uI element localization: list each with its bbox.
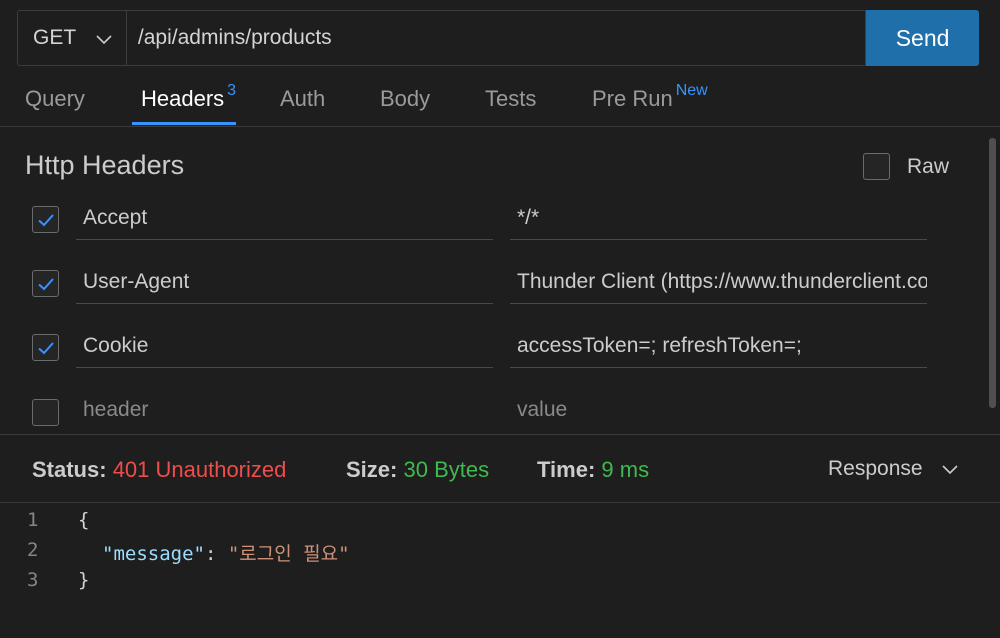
- tab-label: Query: [25, 86, 85, 111]
- size-value: 30 Bytes: [403, 457, 490, 482]
- json-value: "로그인 필요": [227, 543, 350, 565]
- chevron-down-icon[interactable]: [940, 459, 960, 479]
- tab-tests[interactable]: Tests: [485, 86, 536, 112]
- tab-label: Pre Run: [592, 86, 673, 111]
- tab-body[interactable]: Body: [380, 86, 430, 112]
- section-title: Http Headers: [25, 150, 185, 180]
- active-tab-indicator: [132, 122, 236, 125]
- url-input[interactable]: /api/admins/products: [125, 10, 867, 66]
- header-value-placeholder: value: [517, 398, 568, 421]
- checkmark-icon: [37, 213, 54, 226]
- code-text: {: [78, 509, 90, 531]
- tab-label: Tests: [485, 86, 537, 111]
- header-value-input[interactable]: Thunder Client (https://www.thunderclien…: [510, 260, 927, 304]
- header-enable-checkbox[interactable]: [32, 206, 59, 233]
- scrollbar[interactable]: [989, 138, 996, 408]
- send-button[interactable]: Send: [866, 10, 979, 66]
- method-label: GET: [33, 26, 77, 49]
- header-key-input[interactable]: Accept: [76, 196, 493, 240]
- size-label: Size:: [346, 457, 398, 482]
- header-key: User-Agent: [83, 269, 190, 293]
- header-value-input[interactable]: */*: [510, 196, 927, 240]
- status-info: Status: 401 Unauthorized: [32, 457, 286, 483]
- code-text: "message": "로그인 필요": [102, 539, 350, 566]
- header-key: Accept: [83, 205, 148, 229]
- time-label: Time:: [537, 457, 596, 482]
- line-number: 1: [27, 509, 39, 531]
- tab-label: Auth: [280, 86, 326, 111]
- header-key-input[interactable]: Cookie: [76, 324, 493, 368]
- header-enable-checkbox[interactable]: [32, 270, 59, 297]
- tab-headers[interactable]: Headers 3: [141, 82, 236, 112]
- header-key: Cookie: [83, 333, 149, 357]
- checkmark-icon: [37, 341, 54, 354]
- raw-checkbox[interactable]: [863, 153, 890, 180]
- size-info: Size: 30 Bytes: [346, 457, 489, 483]
- header-value: Thunder Client (https://www.thunderclien…: [517, 269, 927, 293]
- code-line: 3 }: [0, 569, 1000, 599]
- status-label: Status:: [32, 457, 107, 482]
- header-value: accessToken=; refreshToken=;: [517, 333, 802, 357]
- raw-label: Raw: [907, 155, 950, 178]
- header-enable-checkbox[interactable]: [32, 334, 59, 361]
- header-key-input[interactable]: header: [76, 388, 493, 432]
- header-value: */*: [517, 205, 540, 229]
- tab-label: Headers: [141, 86, 225, 111]
- time-value: 9 ms: [601, 457, 650, 482]
- header-enable-checkbox[interactable]: [32, 399, 59, 426]
- header-value-input[interactable]: accessToken=; refreshToken=;: [510, 324, 927, 368]
- header-key-input[interactable]: User-Agent: [76, 260, 493, 304]
- code-text: }: [78, 569, 90, 591]
- tab-auth[interactable]: Auth: [280, 86, 325, 112]
- header-row: User-Agent Thunder Client (https://www.t…: [0, 260, 1000, 322]
- chevron-down-icon: [96, 35, 112, 45]
- json-key: "message": [102, 543, 205, 565]
- response-view-select[interactable]: Response: [828, 457, 923, 481]
- tab-label: Body: [380, 86, 431, 111]
- checkmark-icon: [37, 277, 54, 290]
- method-select[interactable]: GET: [17, 10, 126, 66]
- code-line: 2 "message": "로그인 필요": [0, 539, 1000, 569]
- code-line: 1 {: [0, 509, 1000, 539]
- line-number: 3: [27, 569, 39, 591]
- request-bar: GET /api/admins/products Send: [17, 10, 979, 66]
- new-badge: New: [675, 82, 708, 99]
- response-view-label: Response: [828, 457, 923, 480]
- header-row: Cookie accessToken=; refreshToken=;: [0, 324, 1000, 386]
- response-status-bar: Status: 401 Unauthorized Size: 30 Bytes …: [0, 434, 1000, 503]
- header-value-input[interactable]: value: [510, 388, 927, 432]
- time-info: Time: 9 ms: [537, 457, 649, 483]
- json-colon: :: [204, 543, 228, 565]
- header-key-placeholder: header: [83, 398, 149, 421]
- header-row: Accept */*: [0, 196, 1000, 258]
- tab-pre-run[interactable]: Pre Run New: [592, 82, 708, 112]
- line-number: 2: [27, 539, 39, 561]
- tab-query[interactable]: Query: [25, 86, 85, 112]
- tab-badge: 3: [227, 82, 237, 99]
- request-tabs: Query Headers 3 Auth Body Tests Pre Run Ne…: [0, 66, 1000, 127]
- status-value: 401 Unauthorized: [112, 457, 287, 482]
- url-text: /api/admins/products: [137, 26, 332, 49]
